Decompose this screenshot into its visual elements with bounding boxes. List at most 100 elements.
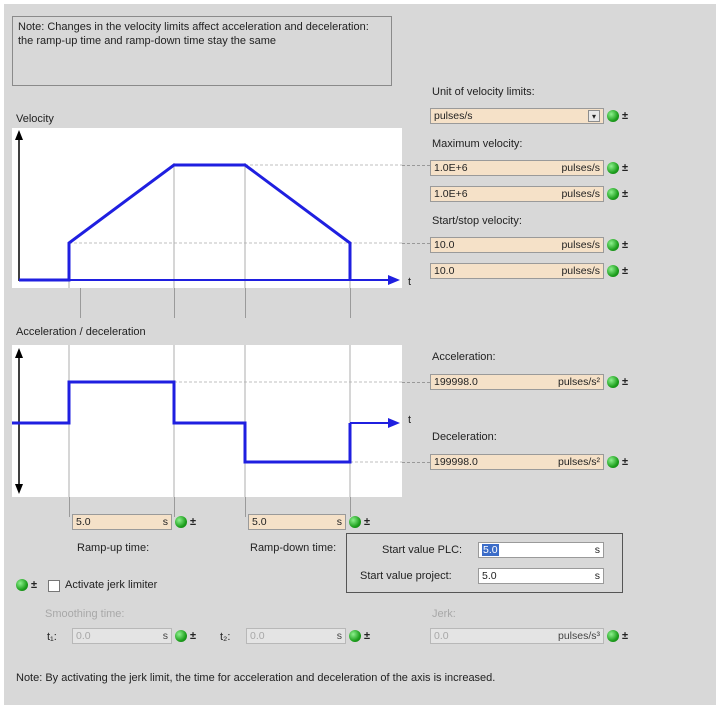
plus-minus-icon[interactable]: ±: [622, 456, 628, 468]
status-ok-icon: [175, 630, 187, 642]
t1-field[interactable]: 0.0 s: [72, 628, 172, 644]
start-stop-velocity-unit: pulses/s: [561, 239, 600, 251]
max-velocity-field-2[interactable]: 1.0E+6 pulses/s: [430, 186, 604, 202]
start-stop-velocity-value-2: 10.0: [434, 265, 455, 277]
start-value-plc-field[interactable]: 5.0 s: [478, 542, 604, 558]
status-start-stop: ±: [607, 239, 628, 251]
status-ramp-down: ±: [349, 516, 370, 528]
start-value-project-value: 5.0: [482, 570, 497, 582]
plus-minus-icon[interactable]: ±: [364, 516, 370, 528]
start-value-popup: Start value PLC: 5.0 s Start value proje…: [346, 533, 623, 593]
status-ok-icon: [607, 110, 619, 122]
deceleration-value: 199998.0: [434, 456, 478, 468]
t1-value: 0.0: [76, 630, 91, 642]
max-velocity-value-2: 1.0E+6: [434, 188, 468, 200]
guide-line: [80, 288, 81, 318]
status-ok-icon: [607, 456, 619, 468]
plus-minus-icon[interactable]: ±: [364, 630, 370, 642]
plus-minus-icon[interactable]: ±: [622, 188, 628, 200]
status-ramp-up: ±: [175, 516, 196, 528]
guide-line: [174, 497, 175, 517]
plus-minus-icon[interactable]: ±: [190, 630, 196, 642]
plus-minus-icon[interactable]: ±: [622, 630, 628, 642]
t2-field[interactable]: 0.0 s: [246, 628, 346, 644]
connector: [402, 462, 430, 463]
status-deceleration: ±: [607, 456, 628, 468]
start-value-project-field[interactable]: 5.0 s: [478, 568, 604, 584]
velocity-graph-label: Velocity: [16, 113, 54, 125]
start-stop-velocity-field[interactable]: 10.0 pulses/s: [430, 237, 604, 253]
status-start-stop-2: ±: [607, 265, 628, 277]
plus-minus-icon[interactable]: ±: [622, 376, 628, 388]
start-value-project-label: Start value project:: [360, 570, 452, 582]
start-value-plc-unit: s: [594, 544, 600, 556]
status-acceleration: ±: [607, 376, 628, 388]
jerk-value: 0.0: [434, 630, 449, 642]
plus-minus-icon[interactable]: ±: [31, 579, 37, 591]
t2-value: 0.0: [250, 630, 265, 642]
activate-jerk-limiter-checkbox[interactable]: [48, 580, 60, 592]
status-t2: ±: [349, 630, 370, 642]
ramp-up-unit: s: [162, 516, 168, 528]
connector: [402, 382, 430, 383]
status-ok-icon: [607, 239, 619, 251]
guide-line: [245, 497, 246, 517]
status-ok-icon: [16, 579, 28, 591]
status-max-velocity-2: ±: [607, 188, 628, 200]
status-max-velocity: ±: [607, 162, 628, 174]
deceleration-label: Deceleration:: [432, 431, 497, 443]
status-ok-icon: [607, 188, 619, 200]
ramp-up-time-field[interactable]: 5.0 s: [72, 514, 172, 530]
smoothing-time-label: Smoothing time:: [45, 608, 125, 620]
acceleration-value: 199998.0: [434, 376, 478, 388]
jerk-note: Note: By activating the jerk limit, the …: [16, 672, 496, 684]
start-stop-velocity-unit-2: pulses/s: [561, 265, 600, 277]
status-jerk-limiter: ±: [16, 579, 37, 591]
start-value-plc-label: Start value PLC:: [382, 544, 463, 556]
t1-unit: s: [162, 630, 168, 642]
plus-minus-icon[interactable]: ±: [190, 516, 196, 528]
acceleration-graph-label: Acceleration / deceleration: [16, 326, 146, 338]
status-unit: ±: [607, 110, 628, 122]
acceleration-unit: pulses/s²: [557, 376, 600, 388]
guide-line: [350, 288, 351, 318]
status-jerk: ±: [607, 630, 628, 642]
acceleration-axis-t: t: [408, 414, 412, 426]
ramp-up-value: 5.0: [76, 516, 91, 528]
status-ok-icon: [349, 516, 361, 528]
acceleration-field[interactable]: 199998.0 pulses/s²: [430, 374, 604, 390]
status-ok-icon: [607, 162, 619, 174]
start-value-project-unit: s: [594, 570, 600, 582]
acceleration-graph: [12, 345, 402, 497]
status-ok-icon: [349, 630, 361, 642]
max-velocity-unit: pulses/s: [561, 162, 600, 174]
status-ok-icon: [607, 630, 619, 642]
guide-line: [245, 288, 246, 318]
unit-of-velocity-dropdown[interactable]: pulses/s ▾: [430, 108, 604, 124]
plus-minus-icon[interactable]: ±: [622, 265, 628, 277]
guide-line: [174, 288, 175, 318]
ramp-down-value: 5.0: [252, 516, 267, 528]
chevron-down-icon[interactable]: ▾: [588, 110, 600, 122]
plus-minus-icon[interactable]: ±: [622, 110, 628, 122]
activate-jerk-limiter-label: Activate jerk limiter: [65, 579, 158, 591]
start-value-plc-value: 5.0: [482, 544, 499, 556]
jerk-label: Jerk:: [432, 608, 456, 620]
start-stop-velocity-label: Start/stop velocity:: [432, 215, 522, 227]
t2-label: t₂:: [220, 631, 231, 643]
unit-of-velocity-value: pulses/s: [434, 110, 473, 122]
start-stop-velocity-field-2[interactable]: 10.0 pulses/s: [430, 263, 604, 279]
deceleration-field[interactable]: 199998.0 pulses/s²: [430, 454, 604, 470]
connector: [402, 243, 430, 244]
status-ok-icon: [175, 516, 187, 528]
max-velocity-field[interactable]: 1.0E+6 pulses/s: [430, 160, 604, 176]
velocity-graph: [12, 128, 402, 288]
deceleration-unit: pulses/s²: [557, 456, 600, 468]
ramp-down-time-field[interactable]: 5.0 s: [248, 514, 346, 530]
plus-minus-icon[interactable]: ±: [622, 162, 628, 174]
jerk-field[interactable]: 0.0 pulses/s³: [430, 628, 604, 644]
t1-label: t₁:: [47, 631, 57, 643]
start-stop-velocity-value: 10.0: [434, 239, 455, 251]
ramp-up-time-label: Ramp-up time:: [77, 542, 150, 554]
plus-minus-icon[interactable]: ±: [622, 239, 628, 251]
